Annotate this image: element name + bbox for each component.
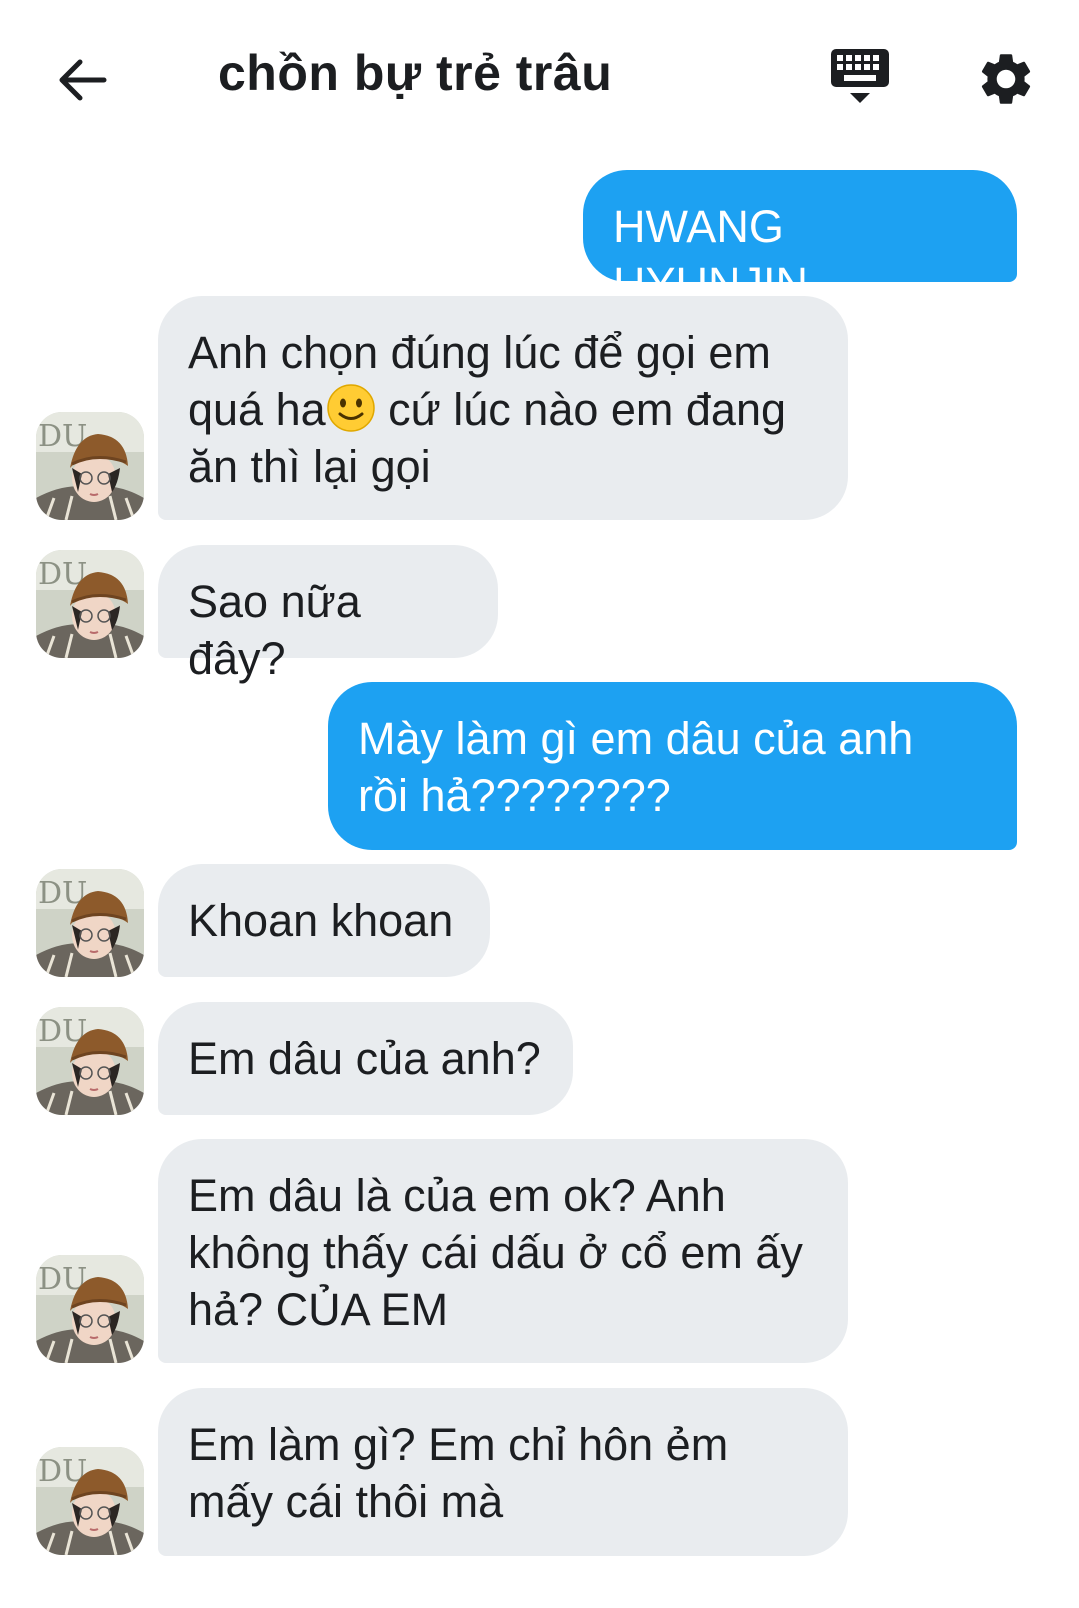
incoming-message[interactable]: Em dâu của anh?: [158, 1002, 573, 1115]
outgoing-message[interactable]: HWANG HYUNJIN: [583, 170, 1017, 309]
avatar[interactable]: [36, 1447, 144, 1555]
incoming-message[interactable]: Em làm gì? Em chỉ hôn ẻm mấy cái thôi mà: [158, 1388, 848, 1556]
avatar[interactable]: [36, 412, 144, 520]
message-thread: HWANG HYUNJIN Anh chọn đúng lúc để gọi e…: [0, 0, 1079, 1608]
avatar[interactable]: [36, 550, 144, 658]
incoming-message[interactable]: Anh chọn đúng lúc để gọi em quá ha cứ lú…: [158, 296, 848, 520]
incoming-message[interactable]: Khoan khoan: [158, 864, 490, 977]
avatar[interactable]: [36, 1007, 144, 1115]
outgoing-message[interactable]: Mày làm gì em dâu của anh rồi hả????????: [328, 682, 1017, 850]
incoming-message[interactable]: Sao nữa đây?: [158, 545, 498, 684]
avatar[interactable]: [36, 1255, 144, 1363]
incoming-message[interactable]: Em dâu là của em ok? Anh không thấy cái …: [158, 1139, 848, 1363]
avatar[interactable]: [36, 869, 144, 977]
slightly-smiling-face-emoji: [326, 384, 375, 432]
